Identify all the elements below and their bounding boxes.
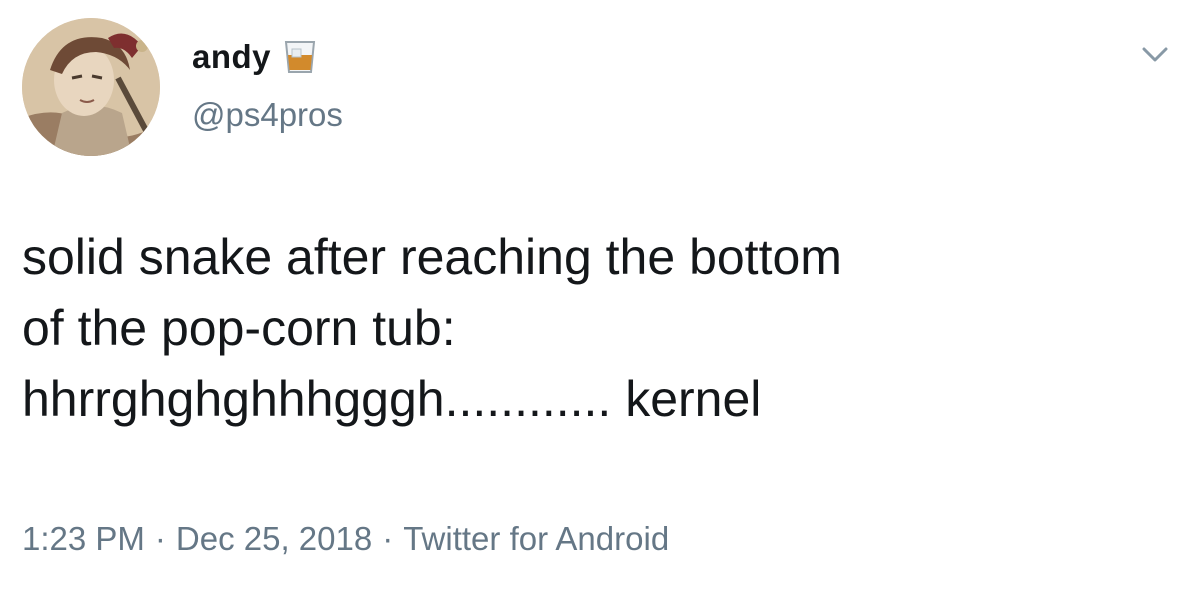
tweet-text-line: solid snake after reaching the bottom [22,229,842,285]
tweet-text-line: of the pop-corn tub: [22,300,456,356]
tweet-text-line: hhrrghghghhhgggh............ kernel [22,371,762,427]
user-display-name[interactable]: andy [192,38,271,76]
user-handle[interactable]: @ps4pros [192,96,343,134]
tweet-time[interactable]: 1:23 PM [22,520,145,557]
tweet-source[interactable]: Twitter for Android [403,520,669,557]
drink-icon [283,39,317,75]
chevron-down-icon[interactable] [1136,36,1174,74]
avatar[interactable] [22,18,160,156]
tweet-metadata: 1:23 PM · Dec 25, 2018 · Twitter for Android [22,520,669,558]
tweet-date[interactable]: Dec 25, 2018 [176,520,372,557]
meta-separator: · [382,520,394,557]
user-display-name-row[interactable]: andy [192,38,317,76]
meta-separator: · [154,520,166,557]
avatar-image [22,18,160,156]
tweet-text: solid snake after reaching the bottom of… [22,222,1172,435]
